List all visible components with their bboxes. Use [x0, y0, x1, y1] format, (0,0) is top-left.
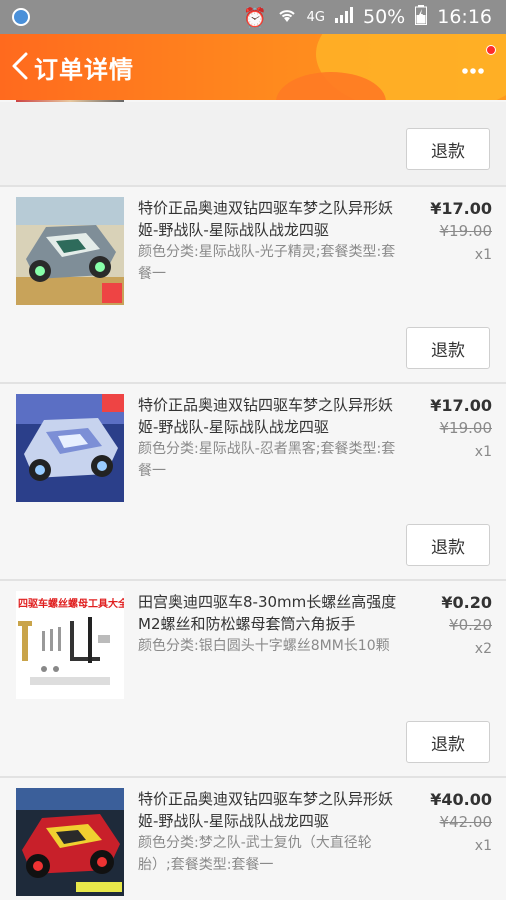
refund-button[interactable]: 退款 — [406, 327, 490, 369]
chevron-left-icon — [12, 52, 28, 80]
order-item: 特价正品奥迪双钻四驱车梦之队异形妖姬-野战队-星际战队战龙四驱 颜色分类:星际战… — [0, 382, 506, 579]
refund-button[interactable]: 退款 — [406, 524, 490, 566]
network-type: 4G — [306, 9, 325, 25]
refund-button[interactable]: 退款 — [406, 128, 490, 170]
order-item: 四驱车螺丝螺母工具大全 田宫奥迪四驱车8-30mm长螺丝高强度M2螺丝和防松螺母… — [0, 579, 506, 776]
product-thumbnail[interactable] — [16, 788, 124, 896]
product-quantity: x1 — [474, 444, 492, 460]
product-name[interactable]: 田宫奥迪四驱车8-30mm长螺丝高强度M2螺丝和防松螺母套筒六角扳手 — [138, 591, 400, 635]
wifi-icon — [277, 6, 297, 28]
product-original-price: ¥0.20 — [449, 616, 492, 634]
notification-dot — [486, 45, 496, 55]
alarm-icon: ⏰ — [242, 6, 267, 29]
product-sku: 颜色分类:梦之队-武士复仇（大直径轮胎）;套餐类型:套餐一 — [138, 835, 372, 873]
product-thumbnail[interactable] — [16, 394, 124, 502]
app-header: 订单详情 — [0, 34, 506, 100]
signal-icon — [335, 6, 353, 28]
product-quantity: x1 — [474, 838, 492, 854]
product-thumbnail[interactable]: 四驱车螺丝螺母工具大全 — [16, 591, 124, 699]
product-quantity: x1 — [474, 247, 492, 263]
more-dots-icon — [462, 68, 484, 74]
product-sku: 颜色分类:星际战队-光子精灵;套餐类型:套餐一 — [138, 244, 396, 282]
product-original-price: ¥42.00 — [439, 813, 493, 831]
battery-percent: 50% — [363, 6, 406, 28]
battery-icon — [415, 4, 428, 30]
more-menu-button[interactable] — [462, 56, 484, 81]
status-bar: ⏰ 4G 50% 16:16 — [0, 0, 506, 34]
product-sku: 颜色分类:银白圆头十字螺丝8MM长10颗 — [138, 638, 390, 654]
order-item: 特价正品奥迪双钻四驱车梦之队异形妖姬-野战队-星际战队战龙四驱 颜色分类:梦之队… — [0, 776, 506, 900]
product-price: ¥0.20 — [441, 593, 492, 612]
back-button[interactable] — [8, 50, 32, 82]
order-item: 特价正品奥迪双钻四驱车梦之队异形妖姬-野战队-星际战队战龙四驱 颜色分类:星际战… — [0, 185, 506, 382]
product-original-price: ¥19.00 — [439, 419, 493, 437]
order-items-list[interactable]: 退款 特价正品奥迪双钻四驱车梦之队异形妖姬-野战队-星际战队战龙四驱 颜色分类:… — [0, 100, 506, 900]
product-price: ¥17.00 — [430, 199, 492, 218]
page-title: 订单详情 — [34, 56, 134, 84]
refund-button[interactable]: 退款 — [406, 721, 490, 763]
clock: 16:16 — [437, 6, 492, 28]
product-name[interactable]: 特价正品奥迪双钻四驱车梦之队异形妖姬-野战队-星际战队战龙四驱 — [138, 788, 400, 832]
product-name[interactable]: 特价正品奥迪双钻四驱车梦之队异形妖姬-野战队-星际战队战龙四驱 — [138, 197, 400, 241]
product-thumbnail[interactable] — [16, 197, 124, 305]
status-icons: ⏰ 4G 50% 16:16 — [242, 4, 492, 30]
product-thumbnail — [16, 100, 124, 102]
product-sku: 颜色分类:星际战队-忍者黑客;套餐类型:套餐一 — [138, 441, 396, 479]
list-item — [0, 100, 506, 102]
product-price: ¥40.00 — [430, 790, 492, 809]
product-original-price: ¥19.00 — [439, 222, 493, 240]
product-quantity: x2 — [474, 641, 492, 657]
product-name[interactable]: 特价正品奥迪双钻四驱车梦之队异形妖姬-野战队-星际战队战龙四驱 — [138, 394, 400, 438]
app-notification-icon — [12, 8, 30, 26]
product-price: ¥17.00 — [430, 396, 492, 415]
